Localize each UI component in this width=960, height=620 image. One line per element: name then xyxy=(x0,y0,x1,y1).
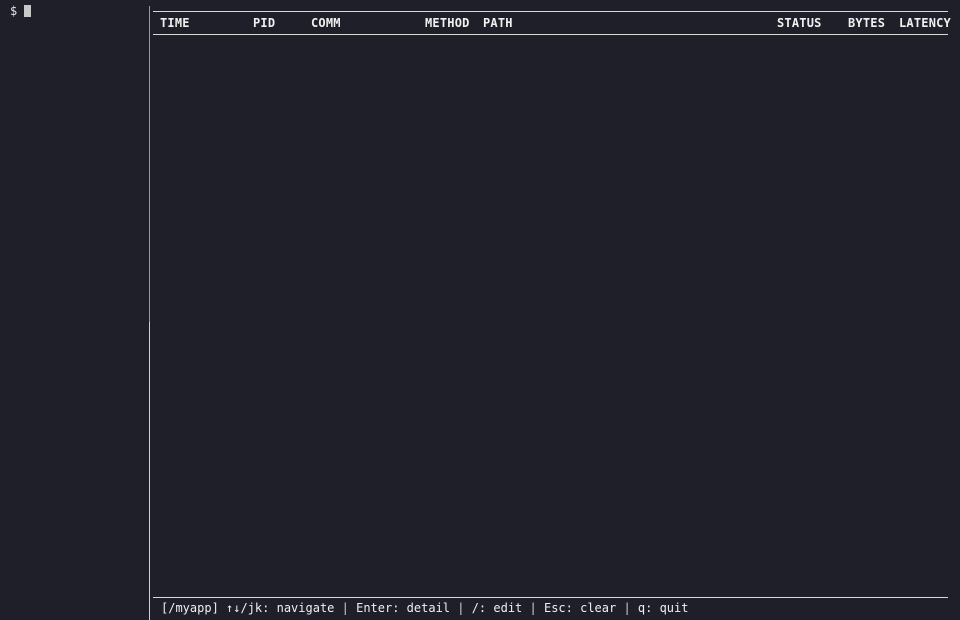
hint-navigate: ↑↓/jk: navigate xyxy=(226,601,335,615)
column-header-pid: PID xyxy=(253,16,276,30)
shell-pane[interactable]: $ xyxy=(0,0,148,620)
column-header-latency: LATENCY xyxy=(899,16,951,30)
filter-indicator: [/myapp] xyxy=(161,601,219,615)
header-bottom-rule xyxy=(153,34,948,35)
text-cursor xyxy=(24,5,32,17)
hint-separator: | xyxy=(334,601,357,615)
column-header-path: PATH xyxy=(483,16,513,30)
hint-detail: Enter: detail xyxy=(356,601,451,615)
shell-prompt: $ xyxy=(10,4,18,18)
status-bar: [/myapp] ↑↓/jk: navigate | Enter: detail… xyxy=(161,601,688,615)
request-monitor-pane[interactable]: TIME PID COMM METHOD PATH STATUS BYTES L… xyxy=(153,0,951,620)
hint-quit: q: quit xyxy=(637,601,689,615)
column-header-status: STATUS xyxy=(777,16,822,30)
hint-separator: | xyxy=(616,601,638,615)
hint-separator: | xyxy=(450,601,472,615)
hint-clear: Esc: clear xyxy=(543,601,617,615)
status-bar-rule xyxy=(153,597,948,598)
column-header-time: TIME xyxy=(160,16,190,30)
table-header: TIME PID COMM METHOD PATH STATUS BYTES L… xyxy=(153,15,951,31)
column-header-comm: COMM xyxy=(311,16,341,30)
column-header-bytes: BYTES xyxy=(848,16,886,30)
column-header-method: METHOD xyxy=(425,16,470,30)
active-pane-indicator xyxy=(149,6,150,322)
hint-edit: /: edit xyxy=(471,601,523,615)
hint-separator: | xyxy=(522,601,544,615)
header-top-rule xyxy=(153,11,948,12)
request-table-body[interactable] xyxy=(153,36,948,594)
shell-prompt-line[interactable]: $ xyxy=(10,4,32,18)
